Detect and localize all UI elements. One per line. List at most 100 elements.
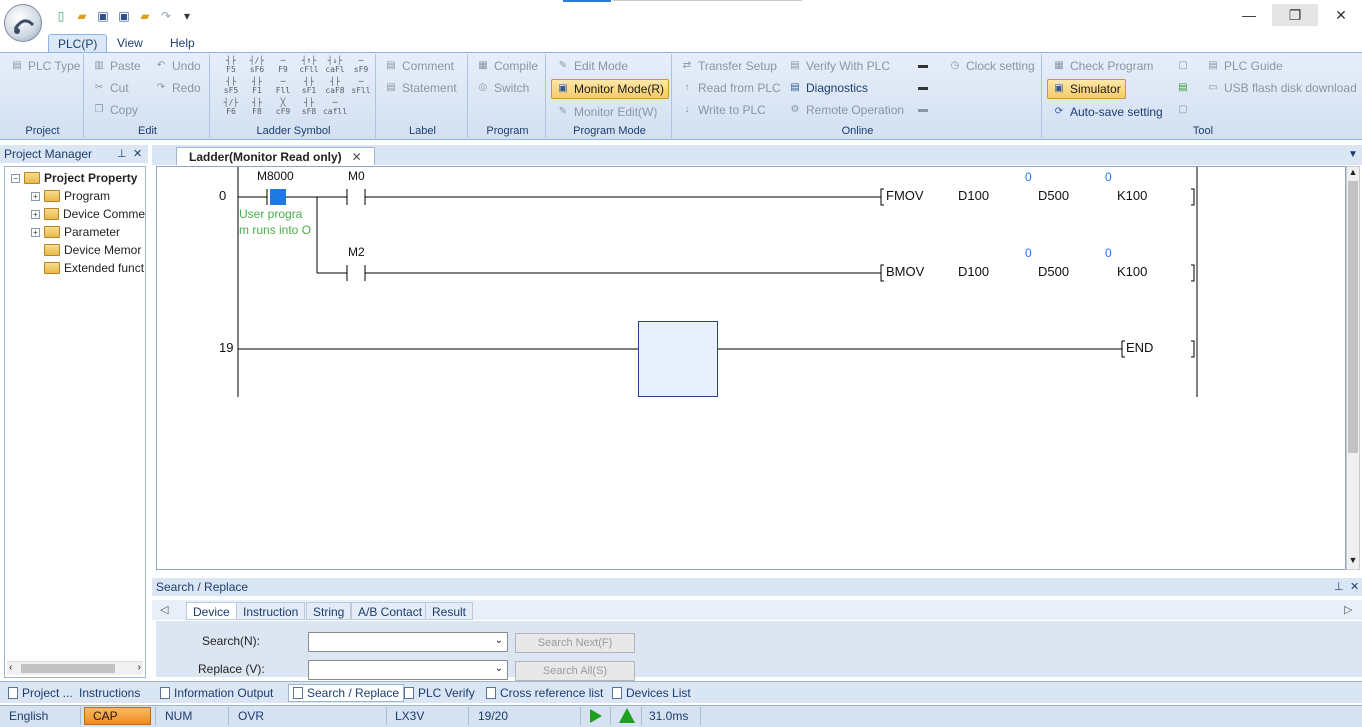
- chip-button-2[interactable]: ▬: [916, 78, 930, 98]
- ladder-symbol-button[interactable]: ─ cafll: [322, 98, 348, 118]
- tab-plc-verify[interactable]: PLC Verify: [404, 684, 475, 702]
- ladder-symbol-button[interactable]: ┤├ sF5: [218, 77, 244, 97]
- statement-button[interactable]: ▤ Statement: [384, 78, 456, 98]
- ladder-editor[interactable]: 0 M8000 M0 User progra m runs into O FMO…: [156, 166, 1346, 570]
- redo-button[interactable]: ↷ Redo: [154, 78, 201, 98]
- fmov-operand-1[interactable]: D100: [958, 188, 989, 203]
- tree-item-device-memory[interactable]: Device Memor: [44, 241, 145, 259]
- scroll-right-icon[interactable]: ›: [138, 662, 141, 673]
- search-next-button[interactable]: Search Next(F): [515, 633, 635, 653]
- tree-hscrollbar[interactable]: ‹ ›: [7, 661, 143, 675]
- search-all-button[interactable]: Search All(S): [515, 661, 635, 681]
- comment-button[interactable]: ▤ Comment: [384, 56, 454, 76]
- lock-button[interactable]: ▢: [1176, 56, 1190, 76]
- ladder-symbol-button[interactable]: ┤↓├ caFl: [322, 56, 348, 76]
- scroll-up-icon[interactable]: ▲: [1347, 167, 1359, 179]
- contact-m8000-label[interactable]: M8000: [257, 169, 294, 183]
- new-file-icon[interactable]: ▯: [52, 8, 70, 24]
- plc-guide-button[interactable]: ▤ PLC Guide: [1206, 56, 1282, 76]
- minimize-button[interactable]: —: [1226, 4, 1272, 26]
- ladder-vscrollbar[interactable]: ▲ ▼: [1346, 166, 1360, 570]
- active-contact-cell[interactable]: [270, 189, 286, 205]
- read-from-plc-button[interactable]: ↑ Read from PLC: [680, 78, 781, 98]
- close-panel-icon[interactable]: ✕: [133, 147, 142, 160]
- tab-instructions[interactable]: Instructions: [79, 684, 140, 702]
- edit-mode-button[interactable]: ✎ Edit Mode: [556, 56, 628, 76]
- verify-with-plc-button[interactable]: ▤ Verify With PLC: [788, 56, 890, 76]
- tab-string[interactable]: String: [306, 602, 352, 620]
- tab-result[interactable]: Result: [425, 602, 474, 620]
- selection-cursor[interactable]: [638, 321, 718, 397]
- tab-information-output[interactable]: Information Output: [160, 684, 273, 702]
- tab-device[interactable]: Device: [186, 602, 237, 620]
- ladder-symbol-button[interactable]: ┤├ sF8: [296, 98, 322, 118]
- auto-save-button[interactable]: ⟳ Auto-save setting: [1052, 102, 1163, 122]
- tree-item-device-comment[interactable]: + Device Comme: [31, 205, 145, 223]
- warning-icon[interactable]: [619, 708, 635, 723]
- close-tab-icon[interactable]: ✕: [352, 150, 362, 164]
- open-project-icon[interactable]: ▰: [136, 8, 154, 24]
- ladder-symbol-button[interactable]: ─ sF9: [348, 56, 374, 76]
- tree-item-parameter[interactable]: + Parameter: [31, 223, 145, 241]
- pin-icon[interactable]: ⊥: [1334, 580, 1344, 593]
- bmov-operand-2[interactable]: D500: [1038, 264, 1069, 279]
- contact-m2-label[interactable]: M2: [348, 245, 365, 259]
- ladder-symbol-button[interactable]: ─ F9: [270, 56, 296, 76]
- close-button[interactable]: ✕: [1318, 4, 1362, 26]
- tab-view[interactable]: View: [108, 34, 152, 52]
- tree-item-extended-function[interactable]: Extended funct: [44, 259, 145, 277]
- tab-plc[interactable]: PLC(P): [48, 34, 108, 52]
- simulator-button[interactable]: ▣ Simulator: [1047, 79, 1126, 99]
- tab-cross-reference[interactable]: Cross reference list: [486, 684, 603, 702]
- ladder-symbol-button[interactable]: ┤↑├ cFll: [296, 56, 322, 76]
- bmov-operand-1[interactable]: D100: [958, 264, 989, 279]
- expand-icon[interactable]: +: [31, 209, 40, 219]
- ladder-symbol-button[interactable]: ┤/├ F6: [218, 98, 244, 118]
- write-to-plc-button[interactable]: ↓ Write to PLC: [680, 100, 766, 120]
- pin-icon[interactable]: ⊥: [117, 147, 127, 160]
- ladder-symbol-button[interactable]: ┤├ F5: [218, 56, 244, 76]
- ladder-symbol-button[interactable]: ┤├ sF1: [296, 77, 322, 97]
- fmov-instruction[interactable]: FMOV: [886, 188, 924, 203]
- expand-icon[interactable]: +: [31, 191, 40, 201]
- diagnostics-button[interactable]: ▤ Diagnostics: [788, 78, 868, 98]
- chevron-down-icon[interactable]: ⌄: [495, 663, 503, 674]
- tab-scroll-right-icon[interactable]: ▷: [1344, 603, 1352, 616]
- tab-devices-list[interactable]: Devices List: [612, 684, 691, 702]
- ladder-symbol-button[interactable]: ─ sFll: [348, 77, 374, 97]
- cut-button[interactable]: ✂ Cut: [92, 78, 129, 98]
- bmov-operand-3[interactable]: K100: [1117, 264, 1147, 279]
- bmov-instruction[interactable]: BMOV: [886, 264, 924, 279]
- scroll-down-icon[interactable]: ▼: [1347, 555, 1359, 567]
- compile-button[interactable]: ▦ Compile: [476, 56, 538, 76]
- tab-project[interactable]: Project ...: [8, 684, 73, 702]
- run-icon[interactable]: [590, 709, 602, 723]
- tab-instruction[interactable]: Instruction: [236, 602, 306, 620]
- fmov-operand-2[interactable]: D500: [1038, 188, 1069, 203]
- usb-download-button[interactable]: ▭ USB flash disk download: [1206, 78, 1356, 98]
- customize-qat-icon[interactable]: ▾: [178, 8, 196, 24]
- tab-scroll-left-icon[interactable]: ◁: [160, 603, 168, 616]
- lock2-button[interactable]: ▢: [1176, 100, 1190, 120]
- end-instruction[interactable]: END: [1126, 340, 1153, 355]
- ladder-symbol-button[interactable]: ┤├ F1: [244, 77, 270, 97]
- application-menu-button[interactable]: [4, 4, 42, 42]
- scroll-left-icon[interactable]: ‹: [9, 662, 12, 673]
- search-combobox[interactable]: ⌄: [308, 632, 508, 652]
- restore-button[interactable]: ❐: [1272, 4, 1318, 26]
- redo-quick-icon[interactable]: ↷: [157, 8, 175, 24]
- save-as-icon[interactable]: ▣: [115, 8, 133, 24]
- ladder-symbol-button[interactable]: ┤├ caF8: [322, 77, 348, 97]
- transfer-setup-button[interactable]: ⇄ Transfer Setup: [680, 56, 777, 76]
- monitor-edit-button[interactable]: ✎ Monitor Edit(W): [556, 102, 658, 122]
- tree-item-project-property[interactable]: − Project Property: [11, 169, 145, 187]
- chip-button-1[interactable]: ▬: [916, 56, 930, 76]
- tab-search-replace[interactable]: Search / Replace: [288, 684, 405, 702]
- close-panel-icon[interactable]: ✕: [1350, 580, 1359, 593]
- switch-button[interactable]: ◎ Switch: [476, 78, 530, 98]
- collapse-icon[interactable]: −: [11, 173, 20, 183]
- contact-m0-label[interactable]: M0: [348, 169, 365, 183]
- remote-operation-button[interactable]: ⚙ Remote Operation: [788, 100, 905, 120]
- undo-button[interactable]: ↶ Undo: [154, 56, 201, 76]
- vscroll-thumb[interactable]: [1348, 181, 1358, 453]
